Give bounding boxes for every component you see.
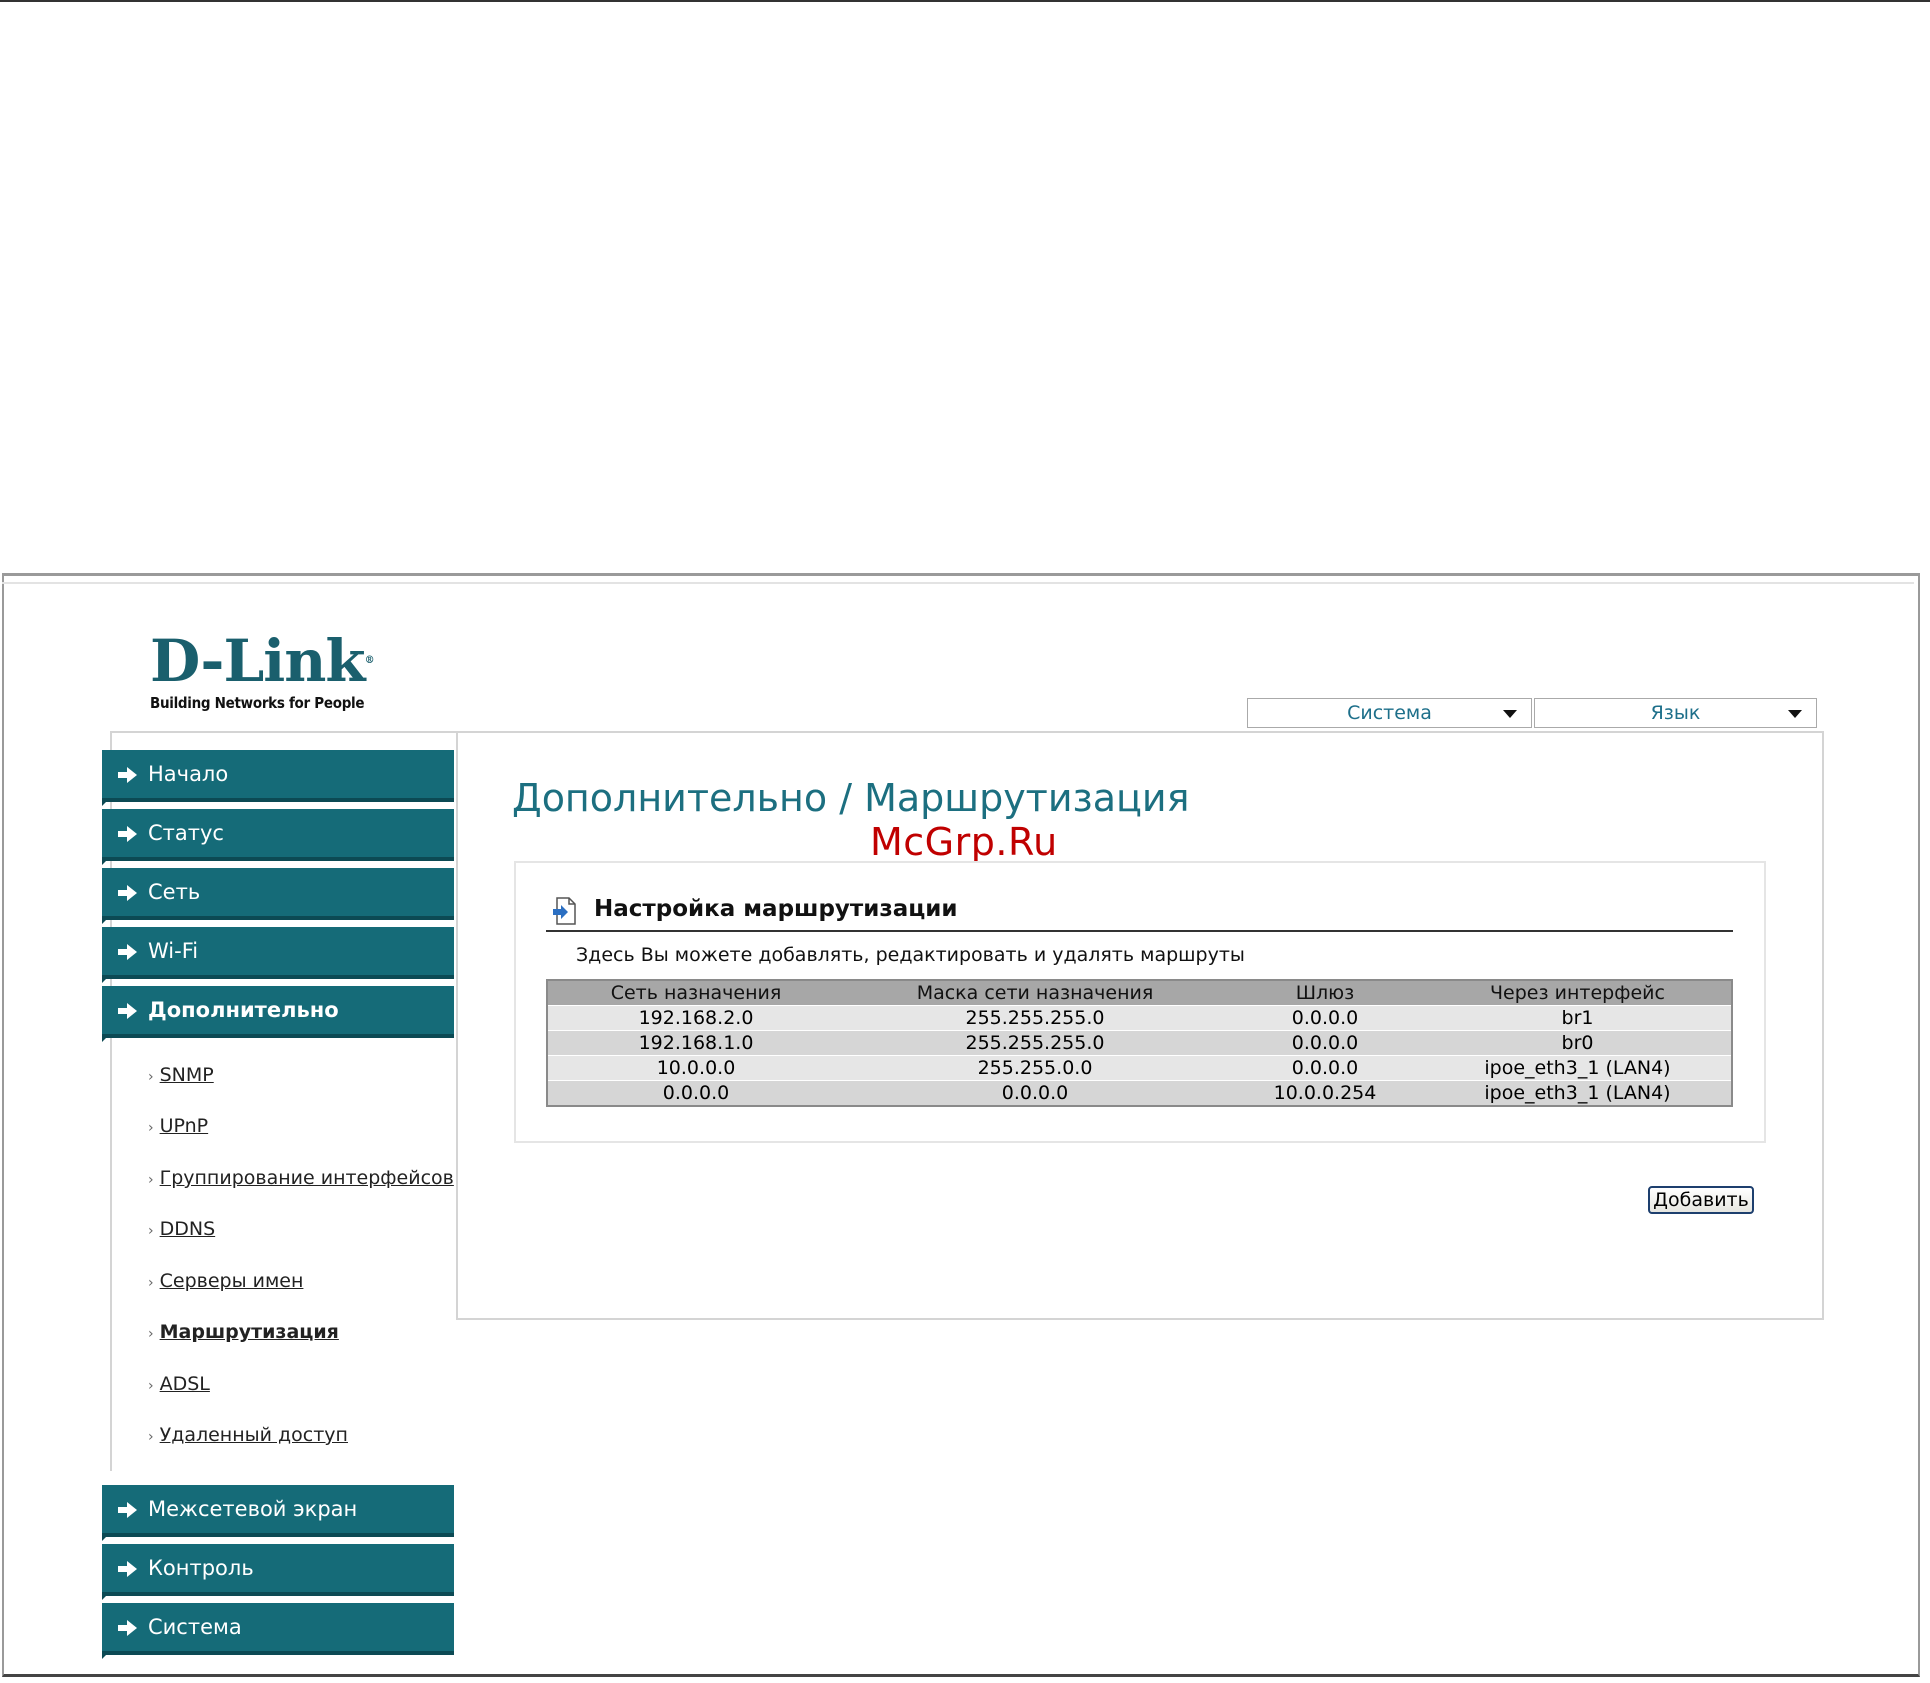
top-rule bbox=[0, 0, 1930, 2]
section-divider bbox=[546, 930, 1733, 932]
sidebar-item-label: Контроль bbox=[148, 1556, 254, 1580]
arrow-right-icon bbox=[118, 1502, 137, 1518]
sidebar-subitem-snmp[interactable]: › SNMP bbox=[148, 1064, 214, 1086]
arrow-right-icon bbox=[118, 944, 137, 960]
sidebar-item-firewall[interactable]: Межсетевой экран bbox=[102, 1485, 454, 1541]
dlink-logo: D-Link® Building Networks for People bbox=[150, 632, 390, 712]
table-row[interactable]: 192.168.1.0 255.255.255.0 0.0.0.0 br0 bbox=[547, 1030, 1732, 1056]
arrow-right-icon bbox=[118, 885, 137, 901]
sidebar-subitem-routing[interactable]: › Маршрутизация bbox=[148, 1321, 339, 1343]
arrow-right-icon bbox=[118, 826, 137, 842]
cell-gateway: 10.0.0.254 bbox=[1226, 1080, 1424, 1106]
cell-destination: 192.168.2.0 bbox=[547, 1005, 844, 1031]
cell-interface: ipoe_eth3_1 (LAN4) bbox=[1424, 1080, 1732, 1106]
system-dropdown-label: Система bbox=[1347, 702, 1432, 724]
cell-interface: br1 bbox=[1424, 1005, 1732, 1031]
sidebar-item-wifi[interactable]: Wi-Fi bbox=[102, 927, 454, 983]
cell-gateway: 0.0.0.0 bbox=[1226, 1005, 1424, 1031]
column-header-gateway: Шлюз bbox=[1226, 980, 1424, 1006]
column-header-netmask: Маска сети назначения bbox=[844, 980, 1226, 1006]
sidebar-subitem-upnp[interactable]: › UPnP bbox=[148, 1115, 208, 1137]
section-description: Здесь Вы можете добавлять, редактировать… bbox=[576, 944, 1245, 966]
sub-bullet: › bbox=[148, 1172, 154, 1188]
sidebar-item-network[interactable]: Сеть bbox=[102, 868, 454, 924]
sub-bullet: › bbox=[148, 1120, 154, 1136]
sidebar-subitem-remote-access[interactable]: › Удаленный доступ bbox=[148, 1424, 348, 1446]
sidebar-subitem-label: Серверы имен bbox=[159, 1270, 304, 1292]
page-arrow-icon bbox=[553, 897, 576, 925]
sub-bullet: › bbox=[148, 1069, 154, 1085]
cell-netmask: 255.255.255.0 bbox=[844, 1030, 1226, 1056]
sidebar-item-label: Wi-Fi bbox=[148, 939, 199, 963]
chevron-down-icon bbox=[1503, 710, 1517, 718]
sidebar-item-label: Статус bbox=[148, 821, 224, 845]
sub-bullet: › bbox=[148, 1429, 154, 1445]
sidebar-subitem-name-servers[interactable]: › Серверы имен bbox=[148, 1270, 303, 1292]
cell-destination: 10.0.0.0 bbox=[547, 1055, 844, 1081]
table-row[interactable]: 0.0.0.0 0.0.0.0 10.0.0.254 ipoe_eth3_1 (… bbox=[547, 1080, 1732, 1106]
sidebar-item-label: Дополнительно bbox=[148, 998, 339, 1022]
arrow-right-icon bbox=[118, 1003, 137, 1019]
cell-destination: 0.0.0.0 bbox=[547, 1080, 844, 1106]
table-row[interactable]: 192.168.2.0 255.255.255.0 0.0.0.0 br1 bbox=[547, 1005, 1732, 1031]
chevron-down-icon bbox=[1788, 710, 1802, 718]
cell-netmask: 255.255.255.0 bbox=[844, 1005, 1226, 1031]
sub-bullet: › bbox=[148, 1223, 154, 1239]
arrow-right-icon bbox=[118, 767, 137, 783]
sidebar-subitem-adsl[interactable]: › ADSL bbox=[148, 1373, 210, 1395]
routes-table: Сеть назначения Маска сети назначения Шл… bbox=[546, 979, 1733, 1107]
language-dropdown[interactable]: Язык bbox=[1534, 698, 1817, 728]
sidebar-top-border bbox=[110, 731, 458, 733]
cell-netmask: 0.0.0.0 bbox=[844, 1080, 1226, 1106]
system-dropdown[interactable]: Система bbox=[1247, 698, 1532, 728]
cell-destination: 192.168.1.0 bbox=[547, 1030, 844, 1056]
sidebar-item-label: Межсетевой экран bbox=[148, 1497, 358, 1521]
sidebar-item-label: Система bbox=[148, 1615, 242, 1639]
column-header-destination: Сеть назначения bbox=[547, 980, 844, 1006]
arrow-right-icon bbox=[118, 1561, 137, 1577]
sidebar-subitem-label: DDNS bbox=[159, 1218, 216, 1240]
sidebar-subitem-interface-grouping[interactable]: › Группирование интерфейсов bbox=[148, 1167, 454, 1189]
sidebar-item-label: Начало bbox=[148, 762, 229, 786]
add-route-button[interactable]: Добавить bbox=[1648, 1186, 1754, 1214]
sub-bullet: › bbox=[148, 1275, 154, 1291]
sidebar-item-label: Сеть bbox=[148, 880, 201, 904]
sidebar-subitem-label: Удаленный доступ bbox=[159, 1424, 348, 1446]
cell-gateway: 0.0.0.0 bbox=[1226, 1030, 1424, 1056]
logo-brand: D-Link bbox=[150, 627, 366, 695]
sidebar-subitem-label: Маршрутизация bbox=[159, 1321, 339, 1343]
sidebar-subitem-label: ADSL bbox=[159, 1373, 210, 1395]
section-title: Настройка маршрутизации bbox=[594, 896, 958, 922]
sidebar-item-status[interactable]: Статус bbox=[102, 809, 454, 865]
arrow-right-icon bbox=[118, 1620, 137, 1636]
sidebar-item-control[interactable]: Контроль bbox=[102, 1544, 454, 1600]
sidebar-item-system[interactable]: Система bbox=[102, 1603, 454, 1659]
sidebar-item-home[interactable]: Начало bbox=[102, 750, 454, 806]
cell-interface: ipoe_eth3_1 (LAN4) bbox=[1424, 1055, 1732, 1081]
logo-tagline: Building Networks for People bbox=[150, 694, 365, 712]
sidebar-item-advanced[interactable]: Дополнительно bbox=[102, 986, 454, 1042]
logo-registered: ® bbox=[364, 655, 375, 666]
watermark-text: McGrp.Ru bbox=[870, 820, 1058, 864]
table-row[interactable]: 10.0.0.0 255.255.0.0 0.0.0.0 ipoe_eth3_1… bbox=[547, 1055, 1732, 1081]
cell-gateway: 0.0.0.0 bbox=[1226, 1055, 1424, 1081]
sub-bullet: › bbox=[148, 1326, 154, 1342]
sidebar-subitem-label: UPnP bbox=[159, 1115, 209, 1137]
sidebar-subitem-label: SNMP bbox=[159, 1064, 214, 1086]
language-dropdown-label: Язык bbox=[1650, 702, 1701, 724]
page-title: Дополнительно / Маршрутизация bbox=[512, 776, 1190, 820]
cell-interface: br0 bbox=[1424, 1030, 1732, 1056]
sidebar-subitem-ddns[interactable]: › DDNS bbox=[148, 1218, 215, 1240]
column-header-interface: Через интерфейс bbox=[1424, 980, 1732, 1006]
frame-inner-rule bbox=[2, 582, 1914, 584]
table-header-row: Сеть назначения Маска сети назначения Шл… bbox=[547, 980, 1732, 1006]
sidebar-subitem-label: Группирование интерфейсов bbox=[159, 1167, 454, 1189]
cell-netmask: 255.255.0.0 bbox=[844, 1055, 1226, 1081]
sub-bullet: › bbox=[148, 1378, 154, 1394]
